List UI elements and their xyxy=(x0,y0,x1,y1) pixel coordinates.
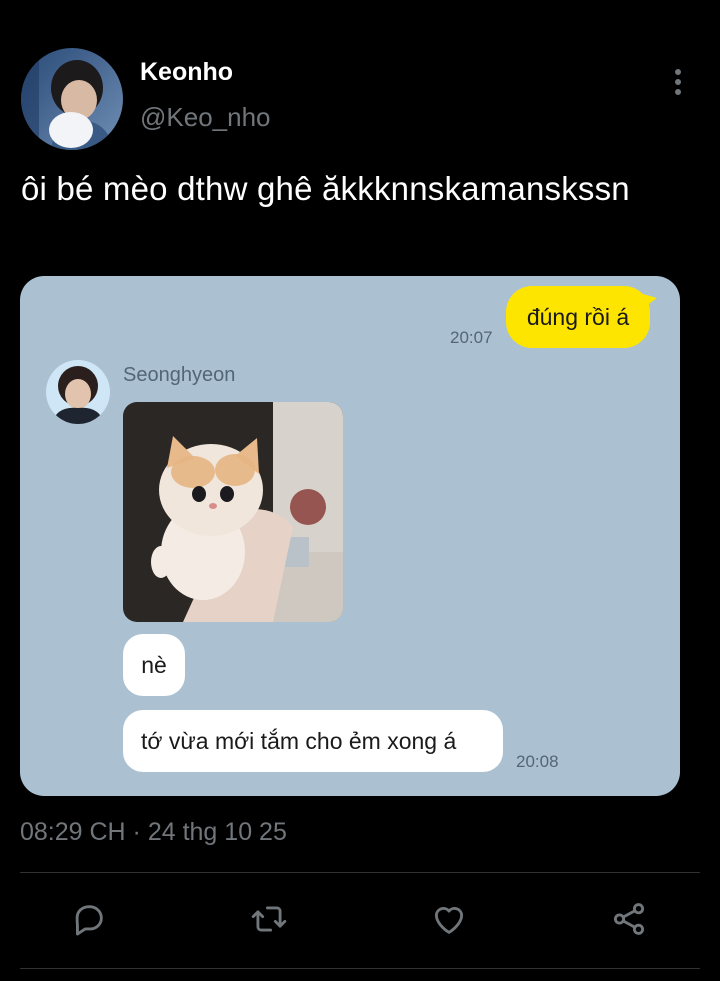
received-message-bubble: nè xyxy=(123,634,185,696)
tweet-text: ôi bé mèo dthw ghê ăkkknnskamanskssn xyxy=(21,170,630,207)
tweet-media-image[interactable]: 20:07 đúng rồi á Seonghyeon nè tớ vừa mớ… xyxy=(20,276,680,796)
sent-message-bubble: đúng rồi á xyxy=(506,286,657,348)
like-icon xyxy=(434,907,464,934)
received-message-time: 20:08 xyxy=(516,752,559,771)
reply-icon xyxy=(75,905,103,936)
reply-button[interactable] xyxy=(68,898,110,940)
sender-name: Seonghyeon xyxy=(123,364,236,386)
sent-message-time: 20:07 xyxy=(450,328,493,347)
share-button[interactable] xyxy=(608,898,650,940)
retweet-icon xyxy=(251,906,287,932)
received-message-bubble: tớ vừa mới tắm cho ẻm xong á xyxy=(123,710,503,772)
divider xyxy=(20,968,700,969)
kitten-photo xyxy=(123,402,343,622)
tweet-timestamp[interactable]: 08:29 CH · 24 thg 10 25 xyxy=(20,818,287,847)
author-handle[interactable]: @Keo_nho xyxy=(140,102,271,133)
retweet-button[interactable] xyxy=(248,898,290,940)
like-button[interactable] xyxy=(428,898,470,940)
more-options-icon[interactable] xyxy=(666,66,690,98)
divider xyxy=(20,872,700,873)
share-icon xyxy=(613,903,645,935)
author-display-name[interactable]: Keonho xyxy=(140,58,233,87)
author-avatar[interactable] xyxy=(21,48,123,150)
sender-avatar xyxy=(46,360,110,424)
